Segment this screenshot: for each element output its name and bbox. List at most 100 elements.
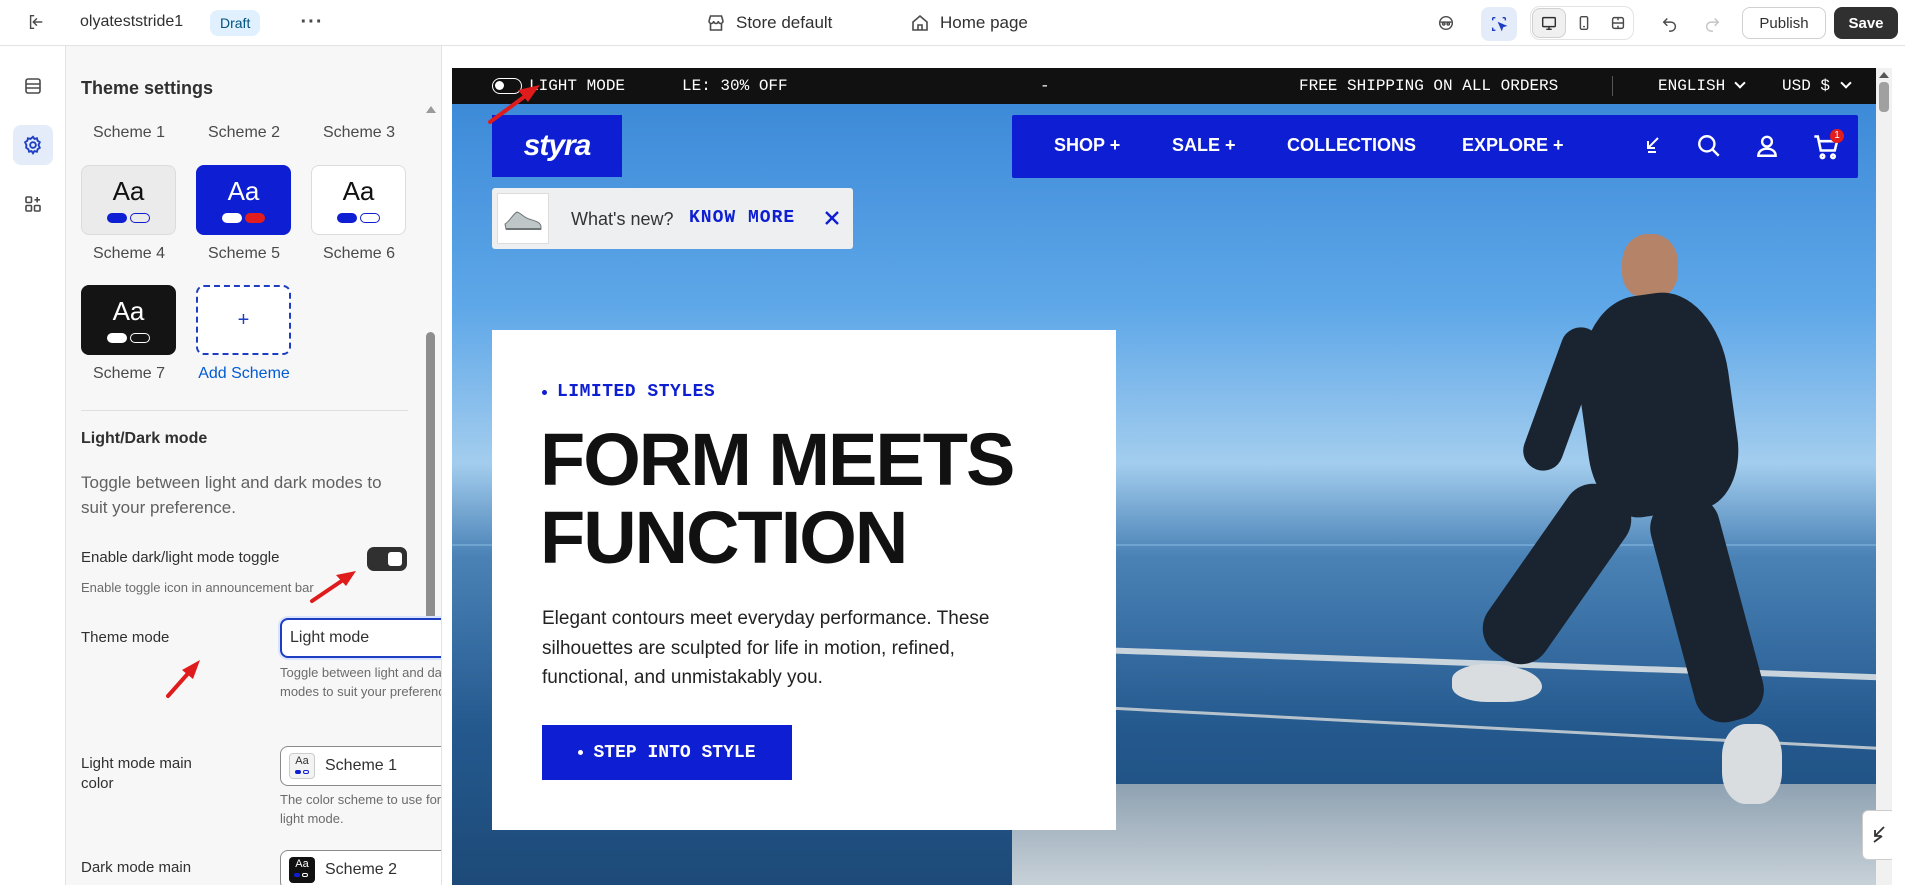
inspector-button[interactable] xyxy=(1481,7,1517,41)
theme-mode-select[interactable]: Light mode xyxy=(280,618,441,658)
scheme-5-preview-text: Aa xyxy=(227,176,260,206)
plus-icon: + xyxy=(237,309,250,331)
page-selector[interactable]: Home page xyxy=(904,6,1034,40)
scheme-2-label: Scheme 2 xyxy=(207,124,281,141)
light-mode-main-select[interactable]: Aa Scheme 1 xyxy=(280,746,441,786)
light-mode-main-hint: The color scheme to use for the light mo… xyxy=(280,792,442,826)
currency-chevron-icon xyxy=(1840,77,1852,89)
fullscreen-view-button[interactable] xyxy=(1601,8,1635,38)
exit-icon xyxy=(29,14,43,30)
scheme-5-primary-pill xyxy=(222,213,242,223)
rail-apps-button[interactable] xyxy=(13,184,53,224)
add-scheme-button[interactable]: + xyxy=(196,285,291,355)
scheme-7-secondary-pill xyxy=(130,333,150,343)
scheme-4-primary-pill xyxy=(107,213,127,223)
undo-button[interactable] xyxy=(1654,7,1686,39)
scheme-6-secondary-pill xyxy=(360,213,380,223)
viewport-toggle-group xyxy=(1530,6,1634,40)
scheme-6-primary-pill xyxy=(337,213,357,223)
runner-figure xyxy=(1622,234,1678,298)
scheme-2-thumb-icon: Aa xyxy=(289,857,315,883)
scheme-3-label: Scheme 3 xyxy=(322,124,396,141)
know-more-link[interactable]: KNOW MORE xyxy=(689,208,795,228)
preview-scroll-thumb[interactable] xyxy=(1879,82,1889,112)
dark-mode-main-label: Dark mode main xyxy=(81,859,192,876)
status-badge: Draft xyxy=(210,10,261,36)
search-icon[interactable] xyxy=(1696,133,1722,159)
scheme-7-card[interactable]: Aa xyxy=(81,285,176,355)
cart-count-badge: 1 xyxy=(1830,129,1844,143)
announcement-sale-text: LE: 30% OFF xyxy=(682,77,788,95)
store-preview-frame: LIGHT MODE LE: 30% OFF - FREE SHIPPING O… xyxy=(452,68,1892,885)
scheme-5-secondary-pill xyxy=(245,213,265,223)
add-scheme-link[interactable]: Add Scheme xyxy=(189,365,299,383)
publish-button[interactable]: Publish xyxy=(1742,7,1826,39)
theme-selector[interactable]: Store default xyxy=(700,6,838,40)
account-icon[interactable] xyxy=(1754,133,1780,159)
editor-sidebar-rail xyxy=(0,46,66,885)
mask-icon xyxy=(1438,15,1454,31)
scheme-1-label: Scheme 1 xyxy=(92,124,166,141)
close-icon[interactable] xyxy=(823,209,841,227)
hero-heading-line-2: FUNCTION xyxy=(540,496,908,579)
page-selector-label: Home page xyxy=(940,13,1028,32)
collapse-arrows-icon[interactable] xyxy=(1640,135,1664,159)
sections-icon xyxy=(25,78,41,94)
preview-scrollbar[interactable] xyxy=(1876,68,1892,885)
runner-shoe-left xyxy=(1452,664,1542,702)
annotation-arrow-toggle xyxy=(310,571,356,603)
nav-explore[interactable]: EXPLORE + xyxy=(1462,135,1564,156)
mobile-view-button[interactable] xyxy=(1567,8,1601,38)
scheme-4-preview-text: Aa xyxy=(112,176,145,206)
theme-settings-panel: Theme settings Scheme 1 Scheme 2 Scheme … xyxy=(66,46,442,885)
dark-light-toggle-label: Enable dark/light mode toggle xyxy=(81,549,280,566)
announcement-shipping-text: FREE SHIPPING ON ALL ORDERS xyxy=(1299,77,1559,95)
cta-bullet xyxy=(578,750,584,755)
scheme-5-card[interactable]: Aa xyxy=(196,165,291,235)
rail-sections-button[interactable] xyxy=(13,66,53,106)
nav-shop[interactable]: SHOP + xyxy=(1054,135,1120,156)
main-navigation: SHOP + SALE + COLLECTIONS EXPLORE + 1 xyxy=(1012,115,1858,178)
scheme-4-card[interactable]: Aa xyxy=(81,165,176,235)
theme-mode-label: Theme mode xyxy=(81,629,170,646)
scheme-1-thumb-icon: Aa xyxy=(289,753,315,779)
floating-collapse-button[interactable] xyxy=(1862,810,1892,860)
language-chevron-icon xyxy=(1734,77,1746,89)
nav-collections[interactable]: COLLECTIONS xyxy=(1287,135,1416,156)
toggle-knob xyxy=(388,552,402,566)
scheme-6-card[interactable]: Aa xyxy=(311,165,406,235)
scheme-7-label: Scheme 7 xyxy=(92,365,166,382)
nav-sale[interactable]: SALE + xyxy=(1172,135,1236,156)
hero-body-line-2: silhouettes are sculpted for life in mot… xyxy=(542,638,955,659)
hero-body-line-3: functional, and unmistakably you. xyxy=(542,667,823,688)
select-cursor-icon xyxy=(1491,16,1508,32)
scheme-7-primary-pill xyxy=(107,333,127,343)
dark-mode-main-value: Scheme 2 xyxy=(325,861,398,878)
scroll-up-icon xyxy=(426,106,436,113)
dark-mode-main-select[interactable]: Aa Scheme 2 xyxy=(280,850,441,885)
scheme-6-label: Scheme 6 xyxy=(322,245,396,262)
theme-mode-hint: Toggle between light and dark modes to s… xyxy=(280,665,442,699)
scheme-5-label: Scheme 5 xyxy=(207,245,281,262)
theme-mode-value: Light mode xyxy=(290,629,370,646)
redo-button[interactable] xyxy=(1696,7,1728,39)
scroll-thumb[interactable] xyxy=(426,332,435,632)
desktop-view-button[interactable] xyxy=(1532,8,1566,38)
more-actions-button[interactable]: ··· xyxy=(296,6,328,38)
exit-button[interactable] xyxy=(20,6,52,38)
product-thumbnail xyxy=(497,193,549,244)
gear-icon xyxy=(23,135,42,155)
save-button[interactable]: Save xyxy=(1834,7,1898,39)
panel-title: Theme settings xyxy=(81,78,214,98)
currency-selector[interactable]: USD $ xyxy=(1782,77,1830,95)
scheme-7-preview-text: Aa xyxy=(112,296,145,326)
step-into-style-button[interactable]: STEP INTO STYLE xyxy=(542,725,792,780)
rail-theme-settings-button[interactable] xyxy=(13,125,53,165)
store-icon xyxy=(708,15,724,31)
dark-light-toggle-switch[interactable] xyxy=(367,547,407,571)
ellipsis-icon: ··· xyxy=(300,10,324,33)
app-embeds-button[interactable] xyxy=(1430,7,1462,39)
language-selector[interactable]: ENGLISH xyxy=(1658,77,1725,95)
redo-icon xyxy=(1705,17,1720,32)
section-divider xyxy=(81,410,408,411)
